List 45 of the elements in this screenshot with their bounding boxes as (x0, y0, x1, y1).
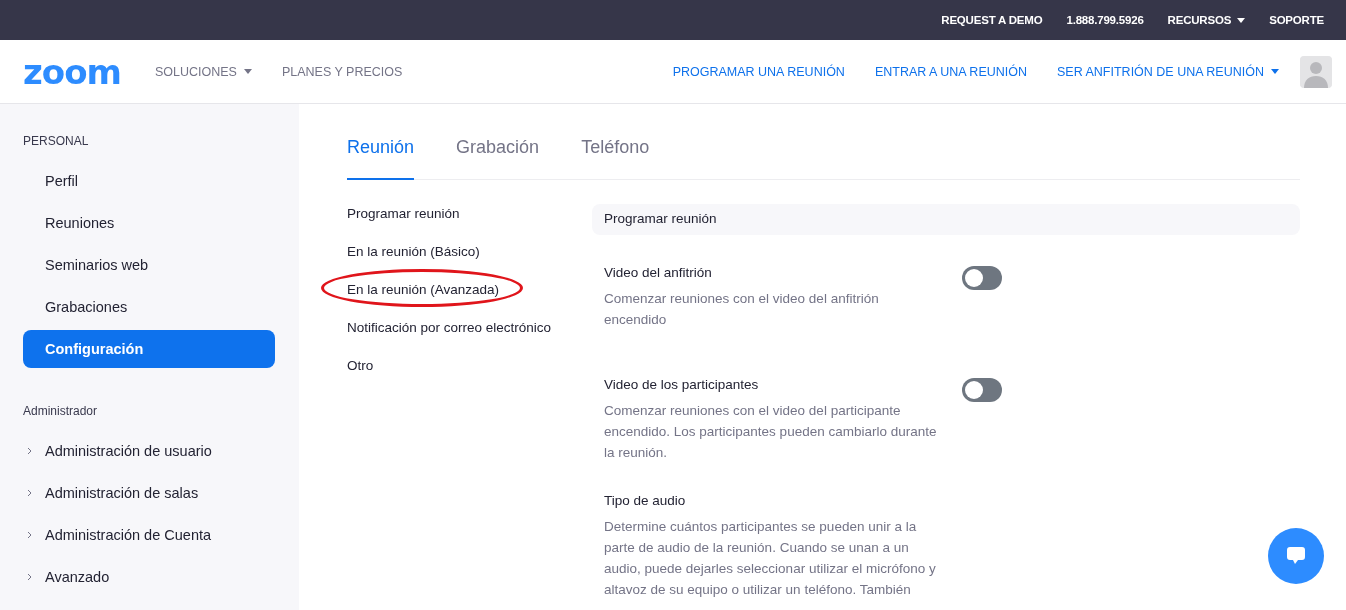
section-link[interactable]: Otro (347, 356, 374, 394)
dropdown-menu[interactable]: RECURSOS (1167, 14, 1246, 26)
sidebar-item[interactable]: Avanzado (23, 558, 275, 596)
caret-icon (1271, 69, 1279, 74)
setting-description: Determine cuántos participantes se pueden unir a la parte de audio de la reunión. Cuando se unan a un audio, puede dejarles seleccionar utilizar el micrófono y altavoz de su equipo o utilizar un teléfono. También (604, 518, 937, 599)
dropdown-menu[interactable]: SER ANFITRIÓN DE UNA REUNIÓN (1057, 64, 1279, 79)
section-link[interactable]: En la reunión (Básico) (347, 242, 480, 280)
toggle-switch[interactable] (962, 266, 1002, 290)
sidebar-item[interactable]: Administración de salas (23, 474, 275, 512)
nav-link[interactable]: PROGRAMAR UNA REUNIÓN (672, 64, 845, 79)
caret-icon (243, 69, 252, 74)
toggle-switch[interactable] (962, 378, 1002, 402)
caret-icon (1237, 17, 1246, 23)
sidebar-item[interactable]: Administración de Cuenta (23, 516, 275, 554)
setting-title: Video de los participantes (604, 377, 760, 392)
sidebar-item[interactable]: Administración de usuario (23, 432, 275, 470)
chevron-icon (27, 489, 32, 497)
sidebar-item[interactable]: Seminarios web (23, 246, 275, 284)
nav-link[interactable]: REQUEST A DEMO (941, 14, 1043, 26)
chevron-icon (27, 447, 32, 455)
sidebar-item[interactable]: Perfil (23, 162, 275, 200)
sidebar-item[interactable]: Grabaciones (23, 288, 275, 326)
section-heading: PERSONAL (23, 134, 90, 148)
nav-link[interactable]: PLANES Y PRECIOS (281, 64, 403, 79)
nav-link[interactable]: ENTRAR A UNA REUNIÓN (874, 64, 1027, 79)
nav-link[interactable]: 1.888.799.5926 (1066, 14, 1144, 26)
section-link[interactable]: Notificación por correo electrónico (347, 318, 552, 356)
section-title: Programar reunión (592, 204, 1300, 235)
setting-description: Comenzar reuniones con el video del participante encendido. Los participantes pueden cambiarlo durante la reunión. (604, 402, 938, 462)
dropdown-menu[interactable]: SOLUCIONES (154, 64, 252, 79)
tab[interactable]: Reunión (347, 137, 415, 180)
nav-link[interactable]: SOPORTE (1269, 14, 1324, 26)
setting-title: Tipo de audio (604, 493, 687, 508)
setting-title: Video del anfitrión (604, 265, 713, 280)
chat-button[interactable] (1268, 528, 1324, 584)
chevron-icon (27, 531, 32, 539)
tab[interactable]: Grabación (456, 137, 540, 180)
setting-description: Comenzar reuniones con el video del anfitrión encendido (604, 290, 880, 329)
section-heading: Administrador (23, 404, 99, 418)
sidebar-item[interactable]: Configuración (23, 330, 275, 368)
section-link[interactable]: Programar reunión (347, 204, 460, 242)
chevron-icon (27, 573, 32, 581)
sidebar-item[interactable]: Reuniones (23, 204, 275, 242)
section-link[interactable]: En la reunión (Avanzada) (347, 280, 500, 318)
tab[interactable]: Teléfono (581, 137, 650, 180)
